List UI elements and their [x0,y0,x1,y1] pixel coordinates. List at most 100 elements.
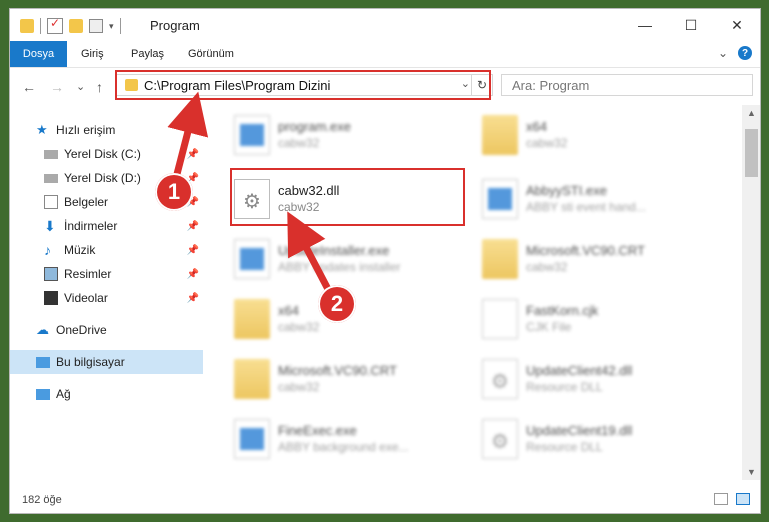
file-subtitle: cabw32 [526,260,568,274]
sidebar-item-label: Bu bilgisayar [56,355,125,369]
download-icon: ⬇ [44,218,56,234]
file-subtitle: cabw32 [278,380,320,394]
file-name: Microsoft.VC90.CRT [526,243,645,258]
file-icon [482,299,518,339]
sidebar-item-videos[interactable]: Videolar 📌 [10,286,203,310]
folder-icon [234,359,270,399]
pictures-icon [44,267,58,281]
sidebar-item-drive-c[interactable]: Yerel Disk (C:) 📌 [10,142,203,166]
item-count: 182 öğe [22,494,62,506]
file-item[interactable]: Microsoft.VC90.CRT cabw32 [482,239,722,285]
scroll-thumb[interactable] [745,129,758,177]
tab-share[interactable]: Paylaş [131,45,164,63]
search-input[interactable]: Ara: Program [501,74,753,96]
pin-icon: 📌 [186,148,199,160]
documents-icon [44,195,58,209]
pin-icon: 📌 [186,244,199,256]
music-icon: ♪ [44,242,51,258]
exe-file-icon [234,419,270,459]
sidebar-item-this-pc[interactable]: Bu bilgisayar [10,350,203,374]
pin-icon: 📌 [186,292,199,304]
sidebar-item-pictures[interactable]: Resimler 📌 [10,262,203,286]
file-subtitle: ABBY sti event hand... [526,200,646,214]
sidebar-item-label: Videolar [64,291,108,305]
sidebar-item-network[interactable]: Ağ [10,382,203,406]
address-bar-highlight [115,70,491,100]
file-name: Microsoft.VC90.CRT [278,363,397,378]
window-controls: — ☐ ✕ [622,9,760,41]
file-name: UpdateInstaller.exe [278,243,390,258]
file-item[interactable]: x64 cabw32 [482,115,722,161]
tab-view[interactable]: Görünüm [188,45,234,63]
file-subtitle: cabw32 [526,136,568,150]
exe-file-icon [482,179,518,219]
properties-icon[interactable] [89,19,103,33]
star-icon: ★ [36,122,48,137]
file-item[interactable]: AbbyySTI.exe ABBY sti event hand... [482,179,722,225]
video-icon [44,291,58,305]
status-bar: 182 öğe [10,486,760,513]
title-bar: ▾ Program — ☐ ✕ [10,9,760,41]
tab-home[interactable]: Giriş [81,45,104,63]
file-subtitle: cabw32 [278,136,320,150]
forward-button[interactable]: → [50,79,64,95]
file-item[interactable]: FineExec.exe ABBY background exe... [234,419,474,465]
cloud-icon: ☁ [36,322,49,337]
tab-file[interactable]: Dosya [10,41,67,67]
window-title: Program [150,18,200,33]
folder-icon [482,239,518,279]
sidebar-item-label: Ağ [56,387,71,401]
dll-file-icon [482,359,518,399]
file-item[interactable]: UpdateClient19.dll Resource DLL [482,419,722,465]
new-folder-icon[interactable] [69,19,83,33]
up-button[interactable]: ↑ [96,79,103,95]
maximize-button[interactable]: ☐ [668,9,714,41]
ribbon-controls: ⌄ ? [718,46,752,60]
file-name: x64 [526,119,547,134]
exe-file-icon [234,239,270,279]
file-item[interactable]: Microsoft.VC90.CRT cabw32 [234,359,474,405]
folder-icon[interactable] [20,19,34,33]
sidebar-item-onedrive[interactable]: ☁ OneDrive [10,318,203,342]
file-item[interactable]: UpdateClient42.dll Resource DLL [482,359,722,405]
file-item[interactable]: FastKorn.cjk CJK File [482,299,722,345]
vertical-scrollbar[interactable]: ▲ ▼ [742,105,760,480]
file-name: program.exe [278,119,351,134]
file-subtitle: CJK File [526,320,572,334]
dll-file-icon [482,419,518,459]
toolbar-divider [40,18,41,34]
file-name: UpdateClient19.dll [526,423,633,438]
minimize-button[interactable]: — [622,9,668,41]
file-subtitle: ABBY updates installer [278,260,401,274]
expand-ribbon-icon[interactable]: ⌄ [718,46,728,60]
sidebar-item-label: Yerel Disk (D:) [64,171,141,185]
pin-icon: 📌 [186,220,199,232]
sidebar-item-music[interactable]: ♪ Müzik 📌 [10,238,203,262]
large-icons-view-icon[interactable] [736,493,750,505]
file-name: x64 [278,303,299,318]
back-button[interactable]: ← [22,79,36,95]
quick-access-toolbar: ▾ [20,16,121,34]
scroll-down-icon[interactable]: ▼ [742,464,760,480]
file-item[interactable]: UpdateInstaller.exe ABBY updates installe… [234,239,474,285]
recent-locations-button[interactable]: ⌄ [76,80,85,93]
scroll-up-icon[interactable]: ▲ [742,105,760,121]
sidebar-item-downloads[interactable]: ⬇ İndirmeler 📌 [10,214,203,238]
details-view-icon[interactable] [714,493,728,505]
sidebar-item-quick-access[interactable]: ★ Hızlı erişim [10,118,203,142]
customize-toolbar-icon[interactable]: ▾ [109,21,114,32]
checkmark-icon[interactable] [47,16,63,34]
pin-icon: 📌 [186,268,199,280]
close-button[interactable]: ✕ [714,9,760,41]
file-subtitle: Resource DLL [526,380,603,394]
sidebar-item-label: Hızlı erişim [56,123,116,137]
file-item[interactable]: program.exe cabw32 [234,115,474,161]
file-name: AbbyySTI.exe [526,183,607,198]
step-badge-2: 2 [318,285,356,323]
sidebar-item-label: Resimler [64,267,112,281]
ribbon-tabs: Dosya Giriş Paylaş Görünüm ⌄ ? [10,41,760,68]
sidebar-item-label: İndirmeler [64,219,118,233]
file-subtitle: cabw32 [278,320,320,334]
folder-icon [234,299,270,339]
help-icon[interactable]: ? [738,46,752,60]
